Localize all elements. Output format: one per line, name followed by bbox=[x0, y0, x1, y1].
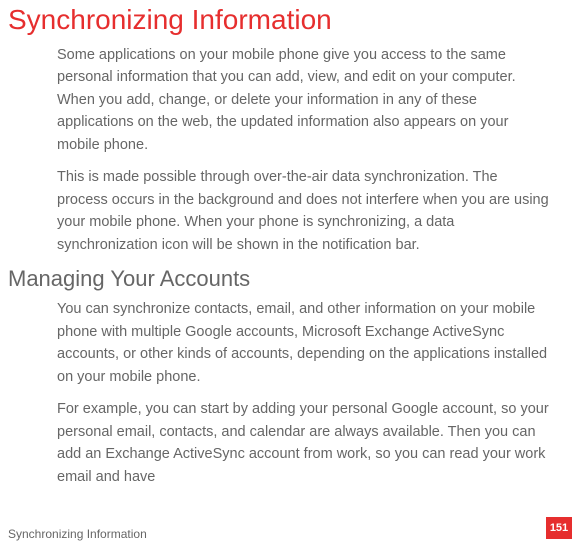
main-heading: Synchronizing Information bbox=[8, 4, 554, 36]
paragraph-4: For example, you can start by adding you… bbox=[57, 398, 550, 488]
paragraph-1: Some applications on your mobile phone g… bbox=[57, 44, 550, 156]
paragraph-2: This is made possible through over-the-a… bbox=[57, 166, 550, 256]
footer-text: Synchronizing Information bbox=[8, 527, 147, 541]
paragraph-3: You can synchronize contacts, email, and… bbox=[57, 298, 550, 388]
page-number-tab: 151 bbox=[546, 517, 572, 539]
sub-heading: Managing Your Accounts bbox=[8, 266, 554, 292]
page-content: Synchronizing Information Some applicati… bbox=[0, 0, 572, 488]
